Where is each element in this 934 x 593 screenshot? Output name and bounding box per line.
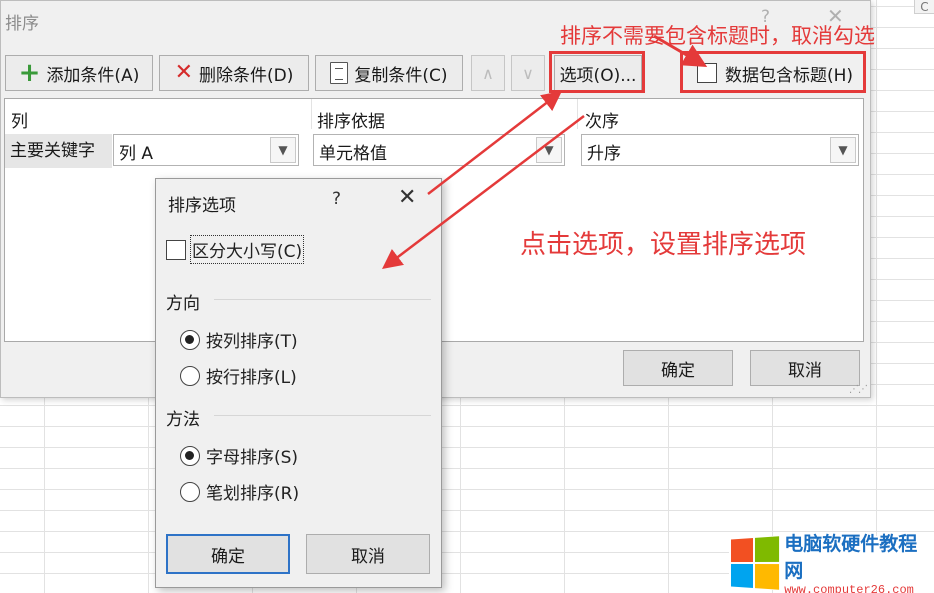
- chevron-down-icon: ∨: [522, 63, 534, 83]
- windows-logo-icon: [730, 536, 780, 590]
- case-sensitive-checkbox[interactable]: [166, 239, 186, 260]
- sort-on-select[interactable]: 单元格值 ▼: [313, 134, 565, 166]
- column-divider: [577, 99, 578, 129]
- chevron-down-icon[interactable]: ▼: [536, 137, 562, 163]
- chevron-up-icon: ∧: [482, 63, 494, 83]
- column-header-sort-on: 排序依据: [317, 112, 385, 132]
- dialog-title: 排序: [5, 14, 39, 34]
- primary-key-label: 主要关键字: [5, 134, 112, 168]
- help-button[interactable]: ?: [332, 189, 341, 209]
- copy-icon: [330, 62, 349, 84]
- method-heading: 方法: [166, 410, 200, 430]
- header-checkbox-row[interactable]: 数据包含标题(H): [683, 55, 865, 91]
- delete-condition-button[interactable]: ✕ 删除条件(D): [159, 55, 309, 91]
- options-ok-button[interactable]: 确定: [166, 534, 290, 574]
- options-button[interactable]: 选项(O)...: [554, 55, 642, 91]
- options-label: 选项(O)...: [559, 65, 637, 86]
- column-select[interactable]: 列 A ▼: [113, 134, 299, 166]
- case-sensitive-label: 区分大小写(C): [189, 235, 305, 264]
- sort-on-select-value: 单元格值: [319, 144, 387, 164]
- order-select-value: 升序: [587, 144, 621, 164]
- by-column-radio-row[interactable]: 按列排序(T): [180, 327, 298, 352]
- ok-button[interactable]: 确定: [623, 350, 733, 386]
- by-row-radio[interactable]: [180, 365, 200, 386]
- header-checkbox-label: 数据包含标题(H): [725, 65, 854, 86]
- stroke-radio-row[interactable]: 笔划排序(R): [180, 479, 299, 504]
- alphabetic-label: 字母排序(S): [206, 448, 299, 468]
- delete-condition-label: 删除条件(D): [199, 65, 294, 86]
- add-condition-label: 添加条件(A): [46, 65, 140, 86]
- annotation-uncheck-header: 排序不需要包含标题时，取消勾选: [560, 24, 875, 48]
- by-row-radio-row[interactable]: 按行排序(L): [180, 363, 297, 388]
- stroke-radio[interactable]: [180, 481, 200, 502]
- divider: [214, 415, 431, 416]
- direction-heading: 方向: [166, 294, 200, 314]
- alphabetic-radio[interactable]: [180, 445, 200, 466]
- order-select[interactable]: 升序 ▼: [581, 134, 859, 166]
- chevron-down-icon[interactable]: ▼: [830, 137, 856, 163]
- plus-icon: +: [18, 58, 41, 88]
- cancel-button[interactable]: 取消: [750, 350, 860, 386]
- by-row-label: 按行排序(L): [206, 368, 297, 388]
- annotation-click-options: 点击选项，设置排序选项: [520, 230, 807, 260]
- move-up-button[interactable]: ∧: [471, 55, 505, 91]
- column-header-order: 次序: [585, 112, 619, 132]
- by-column-radio[interactable]: [180, 329, 200, 350]
- alphabetic-radio-row[interactable]: 字母排序(S): [180, 443, 298, 468]
- sort-options-dialog: 排序选项 ? ✕ 区分大小写(C) 方向 按列排序(T) 按行排序(L) 方法 …: [155, 178, 442, 588]
- chevron-down-icon[interactable]: ▼: [270, 137, 296, 163]
- watermark-url: www.computer26.com: [784, 583, 914, 593]
- copy-condition-label: 复制条件(C): [354, 65, 448, 86]
- delete-x-icon: ✕: [174, 60, 194, 85]
- column-divider: [311, 99, 312, 129]
- by-column-label: 按列排序(T): [206, 332, 298, 352]
- options-dialog-title: 排序选项: [168, 196, 236, 216]
- add-condition-button[interactable]: + 添加条件(A): [5, 55, 153, 91]
- close-icon[interactable]: ✕: [398, 185, 416, 210]
- header-checkbox[interactable]: [697, 63, 717, 83]
- column-header-c: C: [914, 0, 934, 14]
- column-header-col: 列: [11, 112, 28, 132]
- site-watermark: 电脑软硬件教程网 www.computer26.com: [729, 533, 934, 593]
- watermark-name: 电脑软硬件教程网: [784, 533, 918, 582]
- stroke-label: 笔划排序(R): [206, 484, 300, 504]
- copy-condition-button[interactable]: 复制条件(C): [315, 55, 463, 91]
- resize-grip[interactable]: ⋰⋰: [849, 384, 868, 395]
- divider: [214, 299, 431, 300]
- column-select-value: 列 A: [119, 144, 154, 164]
- move-down-button[interactable]: ∨: [511, 55, 545, 91]
- case-sensitive-option[interactable]: 区分大小写(C): [166, 235, 305, 264]
- options-cancel-button[interactable]: 取消: [306, 534, 430, 574]
